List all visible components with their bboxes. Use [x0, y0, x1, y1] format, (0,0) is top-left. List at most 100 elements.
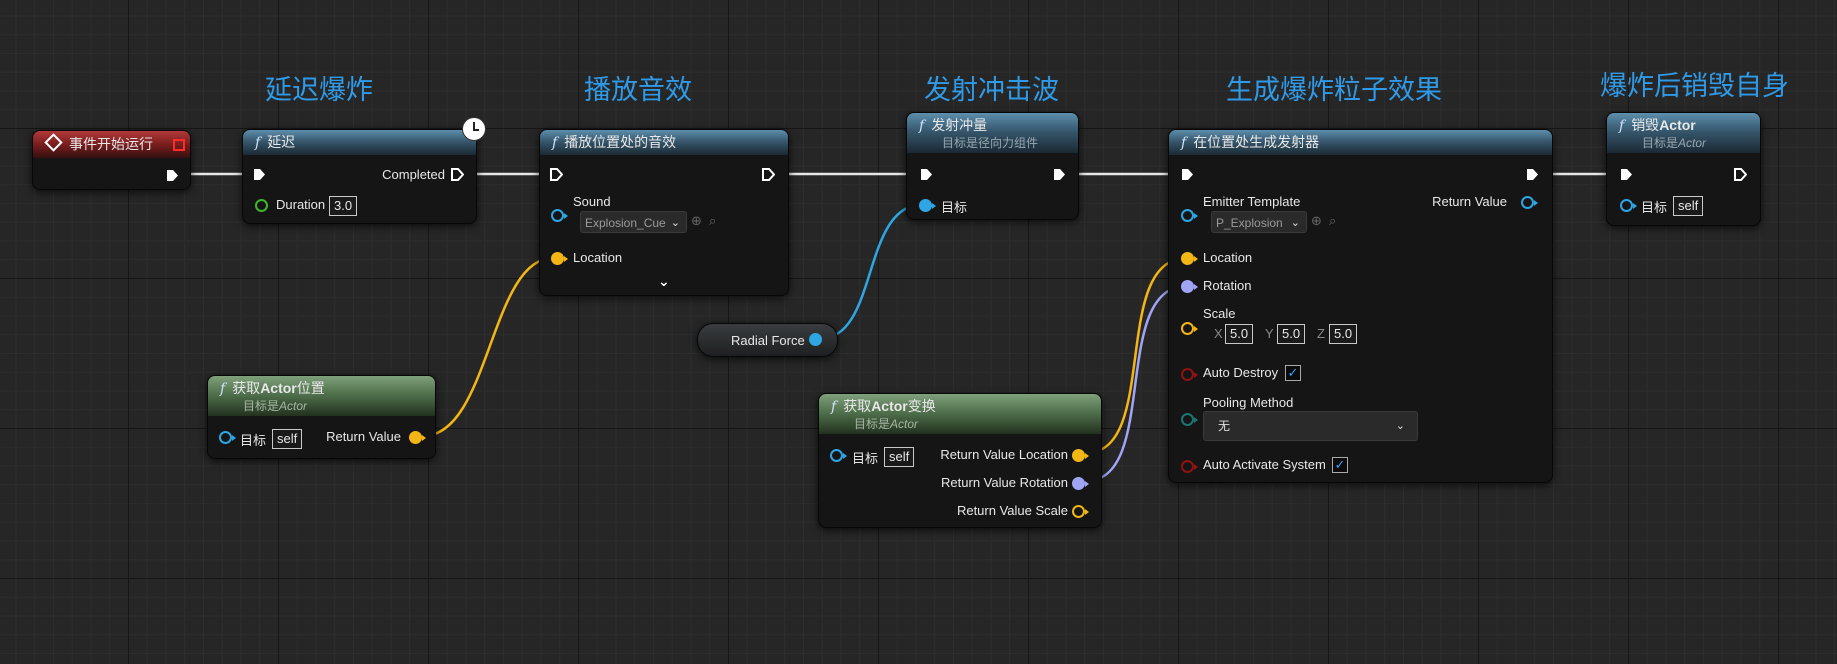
get-actor-transform-node[interactable]: f 获取Actor变换 目标是Actor 目标 self Return Value … [818, 393, 1102, 528]
node-title: 获取Actor位置 [232, 380, 325, 396]
node-header: f 发射冲量 目标是径向力组件 [907, 113, 1078, 153]
location-label: Location [1203, 250, 1253, 265]
destroy-actor-node[interactable]: f 销毁Actor 目标是Actor 目标 self [1606, 112, 1761, 226]
target-pin[interactable] [1620, 199, 1637, 212]
exec-in-pin[interactable] [253, 168, 266, 181]
node-subtitle: 目标是Actor [1642, 136, 1707, 150]
chevron-down-icon: ⌄ [670, 217, 680, 229]
emitter-template-pin[interactable] [1181, 209, 1198, 222]
scale-y-label: Y [1265, 326, 1274, 341]
auto-activate-label: Auto Activate System [1203, 457, 1326, 472]
latent-clock-icon [462, 117, 486, 141]
exec-in-pin[interactable] [1620, 168, 1633, 181]
object-wire [818, 202, 925, 341]
scale-y-input[interactable]: 5.0 [1277, 324, 1306, 344]
node-title: 销毁Actor [1631, 117, 1696, 133]
fire-impulse-node[interactable]: f 发射冲量 目标是径向力组件 目标 [906, 112, 1079, 220]
self-value: self [272, 429, 303, 449]
event-begin-play-node[interactable]: 事件开始运行 [32, 130, 191, 190]
scale-label: Scale [1203, 306, 1236, 321]
scale-x-input[interactable]: 5.0 [1225, 324, 1254, 344]
sound-label: Sound [573, 194, 611, 209]
return-scale-pin[interactable] [1072, 505, 1089, 518]
sound-pin[interactable] [551, 209, 568, 222]
expand-chevron-icon[interactable]: ⌄ [658, 273, 670, 290]
exec-in-pin[interactable] [1181, 168, 1194, 181]
node-title: 获取Actor变换 [843, 398, 936, 414]
duration-value-input[interactable]: 3.0 [329, 196, 358, 216]
comment-destroy: 爆炸后销毁自身 [1600, 71, 1789, 102]
location-pin[interactable] [551, 252, 568, 265]
completed-exec-pin[interactable] [451, 168, 464, 181]
completed-label: Completed [382, 167, 445, 182]
node-header: f 销毁Actor 目标是Actor [1607, 113, 1760, 153]
function-icon: f [1181, 135, 1187, 151]
radial-force-out-pin[interactable] [809, 333, 822, 346]
target-pin[interactable] [919, 199, 936, 212]
exec-out-pin[interactable] [1053, 168, 1066, 181]
location-pin[interactable] [1181, 252, 1198, 265]
scale-x-label: X [1214, 326, 1223, 341]
auto-destroy-pin[interactable] [1181, 368, 1198, 381]
return-value-pin[interactable] [409, 431, 426, 444]
duration-label: Duration [276, 197, 326, 212]
comment-delay: 延迟爆炸 [265, 75, 373, 106]
target-label: 目标 [852, 451, 879, 466]
return-value-label: Return Value [326, 429, 401, 444]
scale-pin[interactable] [1181, 322, 1198, 335]
pooling-method-label: Pooling Method [1203, 395, 1294, 410]
return-location-label: Return Value Location [940, 447, 1068, 462]
return-value-label: Return Value [1432, 194, 1507, 209]
function-icon: f [831, 399, 837, 415]
use-asset-icon[interactable]: ⊕ [1311, 213, 1322, 229]
node-subtitle: 目标是Actor [854, 417, 919, 431]
exec-in-pin[interactable] [550, 168, 563, 181]
scale-z-input[interactable]: 5.0 [1329, 324, 1358, 344]
vector-wire [422, 256, 554, 438]
exec-out-pin[interactable] [762, 168, 775, 181]
browse-asset-icon[interactable]: ⌕ [709, 213, 716, 229]
exec-out-pin[interactable] [1734, 168, 1747, 181]
function-icon: f [255, 135, 261, 151]
target-label: 目标 [941, 200, 968, 215]
target-label: 目标 [1641, 200, 1668, 215]
play-sound-at-location-node[interactable]: f 播放位置处的音效 Sound Explosion_Cue ⌄ ⊕ ⌕ Locat… [539, 129, 789, 296]
return-rotation-pin[interactable] [1072, 477, 1089, 490]
emitter-template-dropdown[interactable]: P_Explosion ⌄ [1211, 211, 1307, 233]
node-header: f 播放位置处的音效 [540, 130, 788, 155]
exec-out-pin[interactable] [166, 169, 179, 182]
comment-particles: 生成爆炸粒子效果 [1226, 75, 1442, 106]
target-pin[interactable] [830, 449, 847, 462]
node-title: 播放位置处的音效 [564, 134, 677, 150]
auto-destroy-checkbox[interactable]: ✓ [1285, 365, 1301, 381]
node-title: 事件开始运行 [69, 136, 153, 152]
return-rotation-label: Return Value Rotation [941, 475, 1068, 490]
node-subtitle: 目标是径向力组件 [942, 136, 1039, 150]
auto-activate-pin[interactable] [1181, 460, 1198, 473]
get-actor-location-node[interactable]: f 获取Actor位置 目标是Actor 目标 self Return Value [207, 375, 436, 459]
pooling-method-pin[interactable] [1181, 413, 1198, 426]
node-header: f 在位置处生成发射器 [1169, 130, 1552, 155]
spawn-emitter-at-location-node[interactable]: f 在位置处生成发射器 Emitter Template P_Explosion ⌄… [1168, 129, 1553, 483]
radial-force-variable-node[interactable]: Radial Force [697, 323, 838, 357]
sound-asset-dropdown[interactable]: Explosion_Cue ⌄ [580, 211, 687, 233]
return-location-pin[interactable] [1072, 449, 1089, 462]
self-value: self [1673, 196, 1704, 216]
duration-pin[interactable] [255, 199, 268, 212]
rotation-pin[interactable] [1181, 280, 1198, 293]
pooling-method-dropdown[interactable]: 无 ⌄ [1203, 411, 1418, 441]
return-value-pin[interactable] [1521, 196, 1538, 209]
delegate-pin-icon[interactable] [173, 139, 185, 151]
dropdown-value: Explosion_Cue [585, 216, 666, 230]
exec-in-pin[interactable] [920, 168, 933, 181]
browse-asset-icon[interactable]: ⌕ [1329, 213, 1336, 229]
delay-node[interactable]: f 延迟 Completed Duration 3.0 [242, 117, 486, 224]
return-scale-label: Return Value Scale [956, 503, 1068, 518]
node-subtitle: 目标是Actor [243, 399, 308, 413]
target-pin[interactable] [219, 431, 236, 444]
exec-out-pin[interactable] [1526, 168, 1539, 181]
event-diamond-icon [44, 133, 63, 152]
auto-activate-checkbox[interactable]: ✓ [1332, 457, 1348, 473]
use-asset-icon[interactable]: ⊕ [691, 213, 702, 229]
function-icon: f [220, 381, 226, 397]
